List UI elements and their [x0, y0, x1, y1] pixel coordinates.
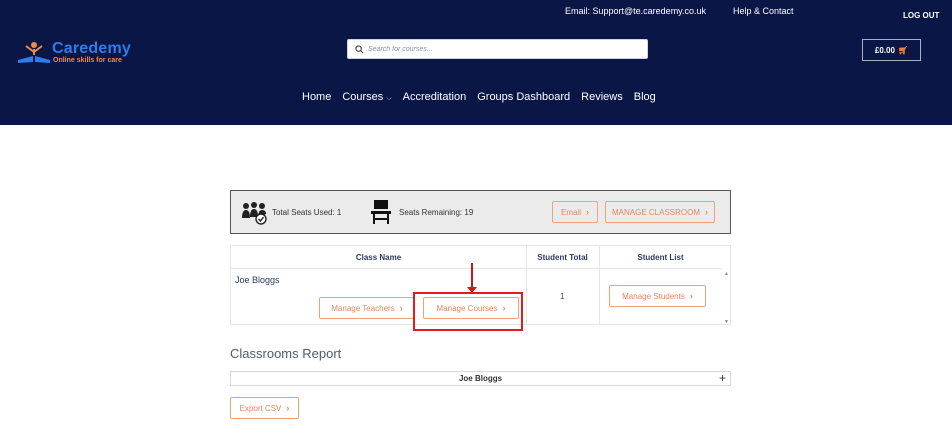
brand-name: Caredemy [52, 40, 131, 57]
brand-logo[interactable]: Caredemy Online skills for care [16, 40, 146, 66]
nav-reviews[interactable]: Reviews [581, 91, 623, 103]
email-button[interactable]: Email › [552, 201, 598, 223]
desk-chair-icon [371, 200, 391, 224]
cart-amount: £0.00 [874, 45, 895, 55]
brand-tagline: Online skills for care [53, 57, 122, 64]
nav-groups-dashboard[interactable]: Groups Dashboard [477, 91, 570, 103]
chevron-down-icon: ⌵ [386, 95, 392, 102]
logo-book-icon [18, 42, 50, 63]
table-divider [231, 268, 722, 269]
student-total-cell: 1 [560, 292, 565, 301]
manage-teachers-button[interactable]: Manage Teachers › [319, 297, 415, 319]
nav-blog[interactable]: Blog [634, 91, 656, 103]
manage-classroom-button[interactable]: MANAGE CLASSROOM › [605, 201, 715, 223]
chevron-right-icon: › [586, 207, 589, 217]
support-email-link[interactable]: Email: Support@te.caredemy.co.uk [565, 6, 706, 16]
manage-teachers-label: Manage Teachers [331, 303, 395, 313]
chevron-right-icon: › [705, 207, 708, 217]
header-student-list: Student List [637, 252, 684, 262]
nav-accreditation[interactable]: Accreditation [403, 91, 467, 103]
plus-icon[interactable]: + [719, 371, 726, 385]
header-student-total: Student Total [537, 252, 588, 262]
scroll-down-icon[interactable]: ▼ [724, 319, 729, 325]
manage-students-button[interactable]: Manage Students › [609, 285, 706, 307]
logout-link[interactable]: LOG OUT [903, 11, 939, 20]
nav-courses-label: Courses [342, 91, 384, 103]
search-icon [355, 45, 364, 54]
column-divider [599, 246, 600, 325]
chevron-right-icon: › [399, 303, 403, 313]
header-class-name: Class Name [355, 252, 402, 262]
table-scrollbar[interactable]: ▲ ▼ [722, 270, 731, 325]
seats-summary: Total Seats Used: 1 Seats Remaining: 19 … [230, 190, 731, 234]
scroll-up-icon[interactable]: ▲ [724, 271, 729, 277]
chevron-right-icon: › [689, 291, 693, 301]
classrooms-report-title: Classrooms Report [230, 346, 342, 361]
search-input[interactable] [368, 42, 638, 57]
export-csv-button[interactable]: Export CSV › [230, 397, 299, 419]
main-nav: Home Courses ⌵ Accreditation Groups Dashb… [302, 91, 667, 103]
site-header: Email: Support@te.caredemy.co.uk Help & … [0, 0, 952, 125]
group-users-icon [242, 202, 267, 225]
export-csv-label: Export CSV [239, 403, 282, 413]
manage-students-label: Manage Students [622, 291, 685, 301]
search-bar[interactable] [347, 39, 648, 59]
nav-home[interactable]: Home [302, 91, 331, 103]
report-row-label: Joe Bloggs [458, 374, 503, 383]
help-contact-link[interactable]: Help & Contact [733, 6, 794, 16]
email-button-label: Email [560, 207, 581, 217]
report-accordion-row[interactable]: Joe Bloggs + [230, 371, 731, 386]
seats-remaining-label: Seats Remaining: 19 [399, 208, 474, 217]
column-divider [526, 246, 527, 325]
annotation-highlight-box [413, 292, 523, 331]
seats-used-label: Total Seats Used: 1 [272, 208, 342, 217]
cart-button[interactable]: £0.00 🛒︎ [862, 39, 921, 61]
class-name-cell: Joe Bloggs [235, 275, 280, 285]
basket-icon: 🛒︎ [897, 45, 909, 55]
chevron-right-icon: › [286, 403, 290, 413]
manage-classroom-label: MANAGE CLASSROOM [611, 207, 700, 217]
nav-courses[interactable]: Courses ⌵ [342, 91, 391, 103]
